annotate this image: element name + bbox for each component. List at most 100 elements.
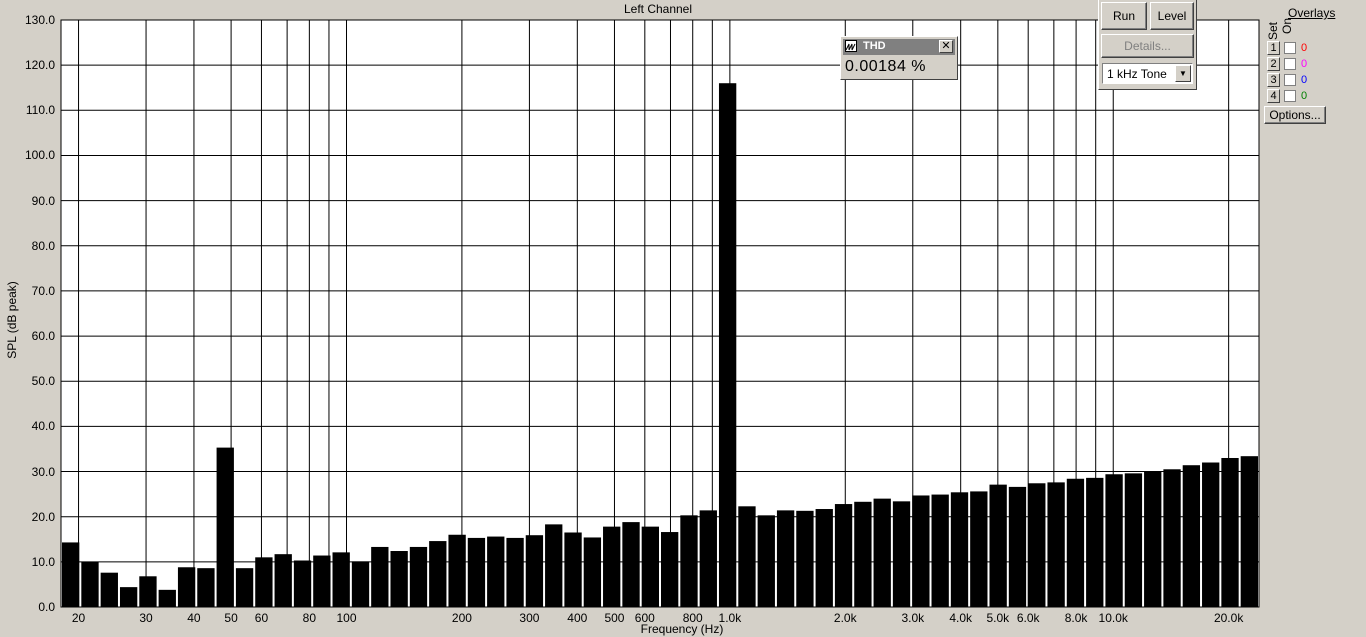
bar-40: [834, 504, 853, 607]
overlays-title[interactable]: Overlays: [1288, 6, 1335, 20]
bar-2: [100, 572, 118, 607]
y-tick-label: 30.0: [31, 464, 55, 479]
bar-60: [1221, 457, 1239, 607]
bar-57: [1163, 469, 1181, 607]
y-tick-label: 120.0: [24, 58, 55, 73]
bar-19: [429, 541, 447, 607]
bar-30: [641, 526, 659, 607]
options-button[interactable]: Options...: [1264, 106, 1326, 124]
bar-0: [62, 542, 80, 607]
x-tick-label: 400: [567, 611, 588, 625]
x-tick-label: 20: [71, 611, 86, 625]
x-tick-label: 20.0k: [1213, 611, 1244, 625]
bar-42: [873, 498, 891, 607]
bar-32: [680, 515, 698, 607]
bar-22: [487, 536, 505, 607]
bar-36: [757, 515, 775, 607]
bar-27: [583, 537, 602, 607]
bar-31: [661, 532, 679, 607]
bar-28: [603, 526, 621, 607]
level-button[interactable]: Level: [1150, 2, 1194, 30]
bar-3: [119, 587, 138, 607]
overlay-on-checkbox-2[interactable]: [1284, 58, 1296, 70]
y-tick-label: 0.0: [38, 600, 55, 614]
run-button[interactable]: Run: [1101, 2, 1147, 30]
tone-select[interactable]: 1 kHz Tone ▼: [1102, 63, 1193, 84]
y-tick-label: 110.0: [25, 103, 55, 118]
bar-61: [1240, 456, 1258, 607]
y-tick-label: 50.0: [31, 374, 55, 389]
spectrum-plot: [60, 19, 1260, 608]
bar-56: [1144, 471, 1162, 607]
waveform-icon: [845, 40, 857, 52]
x-tick-label: 4.0k: [949, 611, 973, 625]
x-tick-label: 80: [302, 611, 317, 625]
y-tick-label: 60.0: [31, 329, 55, 344]
overlay-on-checkbox-1[interactable]: [1284, 42, 1296, 54]
x-tick-label: 1.0k: [718, 611, 742, 625]
overlay-set-button-1[interactable]: 1: [1267, 41, 1280, 55]
bar-48: [989, 484, 1007, 607]
bar-4: [139, 576, 157, 607]
bar-33: [699, 510, 717, 607]
bar-26: [564, 532, 582, 607]
y-tick-label: 40.0: [31, 419, 55, 434]
bar-1: [81, 561, 99, 607]
y-tick-label: 80.0: [31, 238, 55, 253]
overlay-on-checkbox-3[interactable]: [1284, 74, 1296, 86]
bar-55: [1124, 473, 1143, 607]
bar-39: [815, 509, 833, 607]
y-tick-label: 70.0: [31, 283, 55, 298]
x-tick-label: 600: [634, 611, 655, 625]
bar-43: [892, 501, 911, 607]
overlay-value-1: 0: [1301, 42, 1308, 54]
x-tick-label: 800: [682, 611, 703, 625]
bar-53: [1086, 477, 1104, 607]
bar-8: [216, 447, 234, 607]
overlay-on-checkbox-4[interactable]: [1284, 90, 1296, 102]
thd-titlebar[interactable]: THD ✕: [843, 39, 955, 55]
details-button[interactable]: Details...: [1101, 34, 1194, 58]
bar-9: [235, 568, 254, 607]
chevron-down-icon[interactable]: ▼: [1175, 65, 1191, 82]
bar-50: [1028, 483, 1046, 607]
bar-25: [545, 524, 563, 607]
bar-29: [622, 522, 640, 607]
bar-59: [1202, 462, 1220, 607]
bar-11: [274, 554, 292, 607]
bar-54: [1105, 474, 1123, 607]
x-tick-label: 30: [139, 611, 153, 625]
thd-title: THD: [863, 40, 886, 52]
bar-46: [950, 492, 969, 607]
overlay-set-button-4[interactable]: 4: [1267, 89, 1280, 103]
x-tick-label: 40: [187, 611, 201, 625]
bar-5: [158, 589, 176, 607]
x-tick-label: 10.0k: [1098, 611, 1128, 625]
bar-51: [1047, 482, 1065, 607]
bar-52: [1066, 478, 1085, 607]
close-icon[interactable]: ✕: [939, 40, 953, 53]
bar-7: [197, 568, 215, 607]
bar-35: [738, 506, 756, 607]
tone-select-value: 1 kHz Tone: [1107, 67, 1167, 81]
bar-38: [796, 510, 814, 607]
bar-21: [467, 537, 486, 607]
overlay-set-button-3[interactable]: 3: [1267, 73, 1280, 87]
bar-47: [970, 491, 988, 607]
thd-window[interactable]: THD ✕ 0.00184 %: [840, 36, 958, 80]
bar-6: [177, 567, 196, 607]
bar-24: [525, 535, 544, 607]
x-tick-label: 60: [254, 611, 269, 625]
overlay-set-button-2[interactable]: 2: [1267, 57, 1280, 71]
bar-17: [390, 551, 408, 607]
x-tick-label: 8.0k: [1064, 611, 1088, 625]
bar-18: [409, 546, 428, 607]
x-tick-label: 200: [451, 611, 472, 625]
bar-20: [448, 534, 466, 607]
bar-45: [931, 494, 949, 607]
y-tick-label: 90.0: [31, 193, 55, 208]
overlays-on-label: On: [1280, 17, 1294, 34]
x-tick-label: 300: [519, 611, 540, 625]
y-tick-label: 130.0: [24, 13, 55, 27]
bar-44: [912, 495, 930, 607]
